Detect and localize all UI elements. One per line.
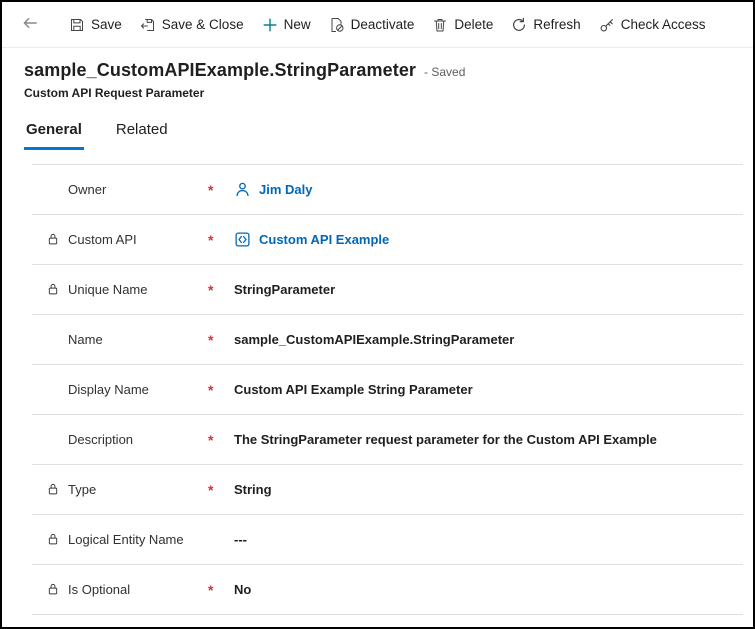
- field-row-logical-entity-name: Logical Entity Name ---: [32, 515, 743, 565]
- required-asterisk: *: [208, 482, 234, 498]
- lock-icon: [46, 282, 68, 297]
- toolbar-button-label: Check Access: [621, 17, 706, 32]
- toolbar-button-label: Delete: [454, 17, 493, 32]
- field-row-owner: Owner* Jim Daly: [32, 165, 743, 215]
- lock-icon: [46, 482, 68, 497]
- field-value[interactable]: sample_CustomAPIExample.StringParameter: [234, 332, 514, 347]
- toolbar-button-label: New: [284, 17, 311, 32]
- form-body: Owner*Jim DalyCustom API*Custom API Exam…: [32, 164, 743, 615]
- toolbar-button-save[interactable]: Save: [60, 10, 131, 40]
- toolbar-button-label: Deactivate: [351, 17, 415, 32]
- field-row-unique-name: Unique Name*StringParameter: [32, 265, 743, 315]
- field-label: Custom API: [68, 232, 208, 247]
- field-value-link[interactable]: Custom API Example: [259, 232, 389, 247]
- lock-icon: [46, 232, 68, 247]
- toolbar-button-check-access[interactable]: Check Access: [590, 10, 715, 40]
- field-value[interactable]: String: [234, 482, 272, 497]
- refresh-icon: [511, 17, 527, 33]
- check-access-icon: [599, 17, 615, 33]
- field-label: Logical Entity Name: [68, 532, 208, 547]
- field-value[interactable]: No: [234, 582, 251, 597]
- lock-placeholder: [46, 182, 68, 197]
- toolbar-button-delete[interactable]: Delete: [423, 10, 502, 40]
- deactivate-icon: [329, 17, 345, 33]
- field-value-link[interactable]: Jim Daly: [259, 182, 312, 197]
- lock-placeholder: [46, 382, 68, 397]
- save-status: - Saved: [424, 65, 465, 79]
- save-close-icon: [140, 17, 156, 33]
- app-window: Save Save & Close New Deactivate Delete Refre…: [0, 0, 755, 629]
- required-asterisk: *: [208, 382, 234, 398]
- back-arrow-icon: [21, 14, 39, 35]
- toolbar-button-refresh[interactable]: Refresh: [502, 10, 589, 40]
- required-asterisk: *: [208, 182, 234, 198]
- person-icon: [234, 181, 251, 198]
- field-value[interactable]: ---: [234, 532, 247, 547]
- toolbar-button-label: Save: [91, 17, 122, 32]
- record-header: sample_CustomAPIExample.StringParameter …: [2, 48, 753, 100]
- field-label: Description: [68, 432, 208, 447]
- lock-icon: [46, 532, 68, 547]
- field-value[interactable]: StringParameter: [234, 282, 335, 297]
- required-asterisk: *: [208, 232, 234, 248]
- field-label: Display Name: [68, 382, 208, 397]
- field-value[interactable]: Custom API Example: [234, 231, 389, 248]
- toolbar-button-deactivate[interactable]: Deactivate: [320, 10, 424, 40]
- tab-general[interactable]: General: [24, 117, 84, 150]
- entity-subtitle: Custom API Request Parameter: [24, 86, 731, 100]
- field-row-name: Name*sample_CustomAPIExample.StringParam…: [32, 315, 743, 365]
- field-row-description: Description*The StringParameter request …: [32, 415, 743, 465]
- toolbar-button-label: Refresh: [533, 17, 580, 32]
- required-asterisk: *: [208, 432, 234, 448]
- field-value[interactable]: The StringParameter request parameter fo…: [234, 432, 657, 447]
- lock-icon: [46, 582, 68, 597]
- tab-related[interactable]: Related: [114, 117, 170, 150]
- lock-placeholder: [46, 432, 68, 447]
- plus-icon: [262, 17, 278, 33]
- field-label: Unique Name: [68, 282, 208, 297]
- field-row-is-optional: Is Optional*No: [32, 565, 743, 615]
- back-button[interactable]: [14, 9, 46, 41]
- page-title: sample_CustomAPIExample.StringParameter: [24, 60, 416, 81]
- title-line: sample_CustomAPIExample.StringParameter …: [24, 60, 731, 81]
- field-value[interactable]: Custom API Example String Parameter: [234, 382, 473, 397]
- lock-placeholder: [46, 332, 68, 347]
- tab-list: General Related: [2, 117, 753, 150]
- field-label: Owner: [68, 182, 208, 197]
- toolbar-button-label: Save & Close: [162, 17, 244, 32]
- save-icon: [69, 17, 85, 33]
- required-asterisk: *: [208, 282, 234, 298]
- delete-icon: [432, 17, 448, 33]
- field-label: Is Optional: [68, 582, 208, 597]
- field-label: Type: [68, 482, 208, 497]
- required-asterisk: *: [208, 332, 234, 348]
- field-row-display-name: Display Name*Custom API Example String P…: [32, 365, 743, 415]
- command-bar: Save Save & Close New Deactivate Delete Refre…: [2, 2, 753, 48]
- field-row-custom-api: Custom API* Custom API Example: [32, 215, 743, 265]
- required-asterisk: *: [208, 582, 234, 598]
- field-value[interactable]: Jim Daly: [234, 181, 312, 198]
- custom-api-icon: [234, 231, 251, 248]
- toolbar-buttons: Save Save & Close New Deactivate Delete Refre…: [60, 10, 715, 40]
- toolbar-button-new[interactable]: New: [253, 10, 320, 40]
- field-row-type: Type*String: [32, 465, 743, 515]
- toolbar-button-save-close[interactable]: Save & Close: [131, 10, 253, 40]
- field-label: Name: [68, 332, 208, 347]
